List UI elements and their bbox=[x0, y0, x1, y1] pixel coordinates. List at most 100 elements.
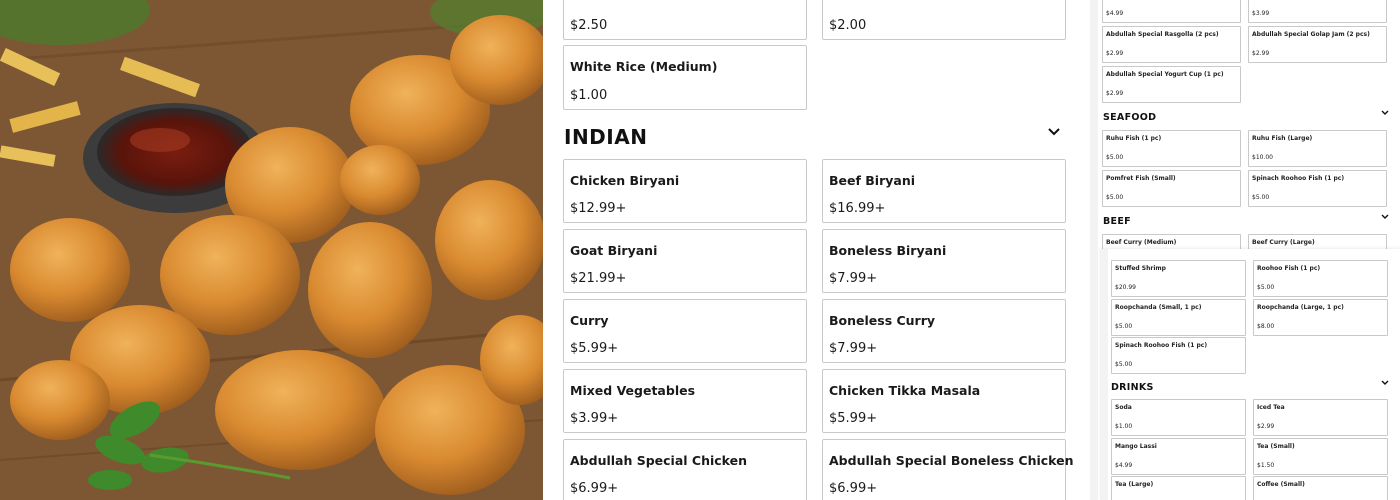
preview-item-card[interactable]: Soda $1.00 bbox=[1111, 399, 1246, 436]
menu-item-card[interactable]: Boneless Biryani $7.99+ bbox=[822, 229, 1066, 293]
section-title-drinks: DRINKS bbox=[1111, 382, 1154, 393]
preview-item-card[interactable]: Stuffed Shrimp $20.99 bbox=[1111, 260, 1246, 297]
item-price: $1.00 bbox=[570, 88, 608, 103]
item-name: Curry bbox=[570, 313, 609, 328]
preview-item-card[interactable]: Abdullah Special Golap Jam (2 pcs) $2.99 bbox=[1248, 26, 1387, 63]
chevron-down-icon[interactable] bbox=[1048, 126, 1060, 141]
item-price: $5.00 bbox=[1257, 284, 1275, 291]
menu-item-card[interactable]: Beef Biryani $16.99+ bbox=[822, 159, 1066, 223]
item-price: $8.00 bbox=[1257, 323, 1275, 330]
menu-item-card[interactable]: Mixed Vegetables $3.99+ bbox=[563, 369, 807, 433]
item-name: Chicken Tikka Masala bbox=[829, 383, 981, 398]
preview-item-card[interactable]: Ruhu Fish (1 pc) $5.00 bbox=[1102, 130, 1241, 167]
item-price: $2.99 bbox=[1252, 50, 1270, 57]
overlay-menu-sheet: Stuffed Shrimp $20.99 Roohoo Fish (1 pc)… bbox=[1100, 249, 1400, 500]
item-price: $2.99 bbox=[1257, 423, 1275, 430]
preview-item-card[interactable]: Ruhu Fish (Large) $10.00 bbox=[1248, 130, 1387, 167]
menu-item-card[interactable]: Boneless Curry $7.99+ bbox=[822, 299, 1066, 363]
item-name: Beef Curry (Large) bbox=[1252, 239, 1315, 246]
item-name: Soda bbox=[1115, 404, 1132, 411]
item-name: Tea (Large) bbox=[1115, 481, 1154, 488]
menu-item-card[interactable]: Abdullah Special Boneless Chicken $6.99+ bbox=[822, 439, 1074, 500]
chevron-down-icon[interactable] bbox=[1381, 214, 1389, 222]
item-name: Ruhu Fish (Large) bbox=[1252, 135, 1313, 142]
overlay-content: Stuffed Shrimp $20.99 Roohoo Fish (1 pc)… bbox=[1108, 249, 1400, 500]
item-price: $5.99+ bbox=[570, 341, 619, 356]
item-price: $5.99+ bbox=[829, 411, 878, 426]
preview-item-card[interactable]: Roopchanda (Small, 1 pc) $5.00 bbox=[1111, 299, 1246, 336]
item-price: $7.99+ bbox=[829, 341, 878, 356]
item-name: Goat Biryani bbox=[570, 243, 658, 258]
preview-item-card[interactable]: Roohoo Fish (1 pc) $5.00 bbox=[1253, 260, 1388, 297]
hero-food-image bbox=[0, 0, 543, 500]
chevron-down-icon[interactable] bbox=[1381, 110, 1389, 118]
item-price: $2.99 bbox=[1106, 50, 1124, 57]
item-name: Ruhu Fish (1 pc) bbox=[1106, 135, 1162, 142]
item-name: Stuffed Shrimp bbox=[1115, 265, 1166, 272]
preview-item-card[interactable]: Abdullah Special Rasgolla (2 pcs) $2.99 bbox=[1102, 26, 1241, 63]
preview-item-card[interactable]: Spinach Roohoo Fish (1 pc) $5.00 bbox=[1248, 170, 1387, 207]
item-price: $2.00 bbox=[829, 18, 867, 33]
menu-item-card[interactable]: Abdullah Special Chicken $6.99+ bbox=[563, 439, 807, 500]
menu-item-card[interactable]: Goat Biryani $21.99+ bbox=[563, 229, 807, 293]
preview-item-card[interactable]: $3.99 bbox=[1248, 0, 1387, 23]
item-price: $5.00 bbox=[1106, 154, 1124, 161]
item-name: Spinach Roohoo Fish (1 pc) bbox=[1115, 342, 1208, 349]
item-price: $3.99+ bbox=[570, 411, 619, 426]
item-price: $1.50 bbox=[1257, 462, 1275, 469]
section-title-indian: INDIAN bbox=[564, 125, 648, 149]
item-price: $4.99 bbox=[1115, 462, 1133, 469]
preview-item-card[interactable]: Abdullah Special Yogurt Cup (1 pc) $2.99 bbox=[1102, 66, 1241, 103]
item-price: $7.99+ bbox=[829, 271, 878, 286]
menu-item-card[interactable]: Chicken Tikka Masala $5.99+ bbox=[822, 369, 1066, 433]
section-title-seafood: SEAFOOD bbox=[1103, 112, 1157, 123]
item-name: Iced Tea bbox=[1257, 404, 1285, 411]
item-price: $2.99 bbox=[1106, 90, 1124, 97]
item-price: $21.99+ bbox=[570, 271, 627, 286]
preview-item-card[interactable]: Iced Tea $2.99 bbox=[1253, 399, 1388, 436]
item-price: $5.00 bbox=[1106, 194, 1124, 201]
menu-item-card[interactable]: $2.00 bbox=[822, 0, 1066, 40]
item-name: Roopchanda (Small, 1 pc) bbox=[1115, 304, 1202, 311]
preview-item-card[interactable]: $4.99 bbox=[1102, 0, 1241, 23]
item-price: $12.99+ bbox=[570, 201, 627, 216]
item-name: Boneless Biryani bbox=[829, 243, 947, 258]
preview-item-card[interactable]: Spinach Roohoo Fish (1 pc) $5.00 bbox=[1111, 337, 1246, 374]
fried-chicken-illustration bbox=[0, 0, 543, 500]
item-price: $1.00 bbox=[1115, 423, 1133, 430]
menu-item-card[interactable]: Curry $5.99+ bbox=[563, 299, 807, 363]
item-name: Beef Curry (Medium) bbox=[1106, 239, 1177, 246]
item-name: Abdullah Special Chicken bbox=[570, 453, 748, 468]
item-name: Pomfret Fish (Small) bbox=[1106, 175, 1176, 182]
menu-column: $2.50 $2.00 White Rice (Medium) $1.00 IN… bbox=[543, 0, 1090, 500]
item-name: White Rice (Medium) bbox=[570, 59, 718, 74]
item-name: Boneless Curry bbox=[829, 313, 936, 328]
item-name: Chicken Biryani bbox=[570, 173, 680, 188]
chevron-down-icon[interactable] bbox=[1381, 380, 1389, 388]
menu-item-card[interactable]: $2.50 bbox=[563, 0, 807, 40]
item-name: Abdullah Special Golap Jam (2 pcs) bbox=[1252, 31, 1370, 38]
item-name: Spinach Roohoo Fish (1 pc) bbox=[1252, 175, 1345, 182]
item-name: Roopchanda (Large, 1 pc) bbox=[1257, 304, 1344, 311]
item-name: Abdullah Special Rasgolla (2 pcs) bbox=[1106, 31, 1219, 38]
section-title-beef: BEEF bbox=[1103, 216, 1131, 227]
item-price: $3.99 bbox=[1252, 10, 1270, 17]
preview-item-card[interactable]: Mango Lassi $4.99 bbox=[1111, 438, 1246, 475]
item-name: Roohoo Fish (1 pc) bbox=[1257, 265, 1321, 272]
menu-item-card[interactable]: White Rice (Medium) $1.00 bbox=[563, 45, 807, 110]
item-name: Abdullah Special Boneless Chicken bbox=[829, 453, 1074, 468]
item-name: Beef Biryani bbox=[829, 173, 916, 188]
item-name: Tea (Small) bbox=[1257, 443, 1295, 450]
item-price: $20.99 bbox=[1115, 284, 1136, 291]
preview-item-card[interactable]: Tea (Small) $1.50 bbox=[1253, 438, 1388, 475]
preview-item-card[interactable]: Pomfret Fish (Small) $5.00 bbox=[1102, 170, 1241, 207]
menu-item-card[interactable]: Chicken Biryani $12.99+ bbox=[563, 159, 807, 223]
item-price: $6.99+ bbox=[829, 481, 878, 496]
preview-item-card[interactable]: Coffee (Small) bbox=[1253, 476, 1388, 500]
item-price: $6.99+ bbox=[570, 481, 619, 496]
item-price: $10.00 bbox=[1252, 154, 1273, 161]
item-name: Mixed Vegetables bbox=[570, 383, 696, 398]
preview-item-card[interactable]: Roopchanda (Large, 1 pc) $8.00 bbox=[1253, 299, 1388, 336]
item-price: $5.00 bbox=[1115, 361, 1133, 368]
preview-item-card[interactable]: Tea (Large) bbox=[1111, 476, 1246, 500]
